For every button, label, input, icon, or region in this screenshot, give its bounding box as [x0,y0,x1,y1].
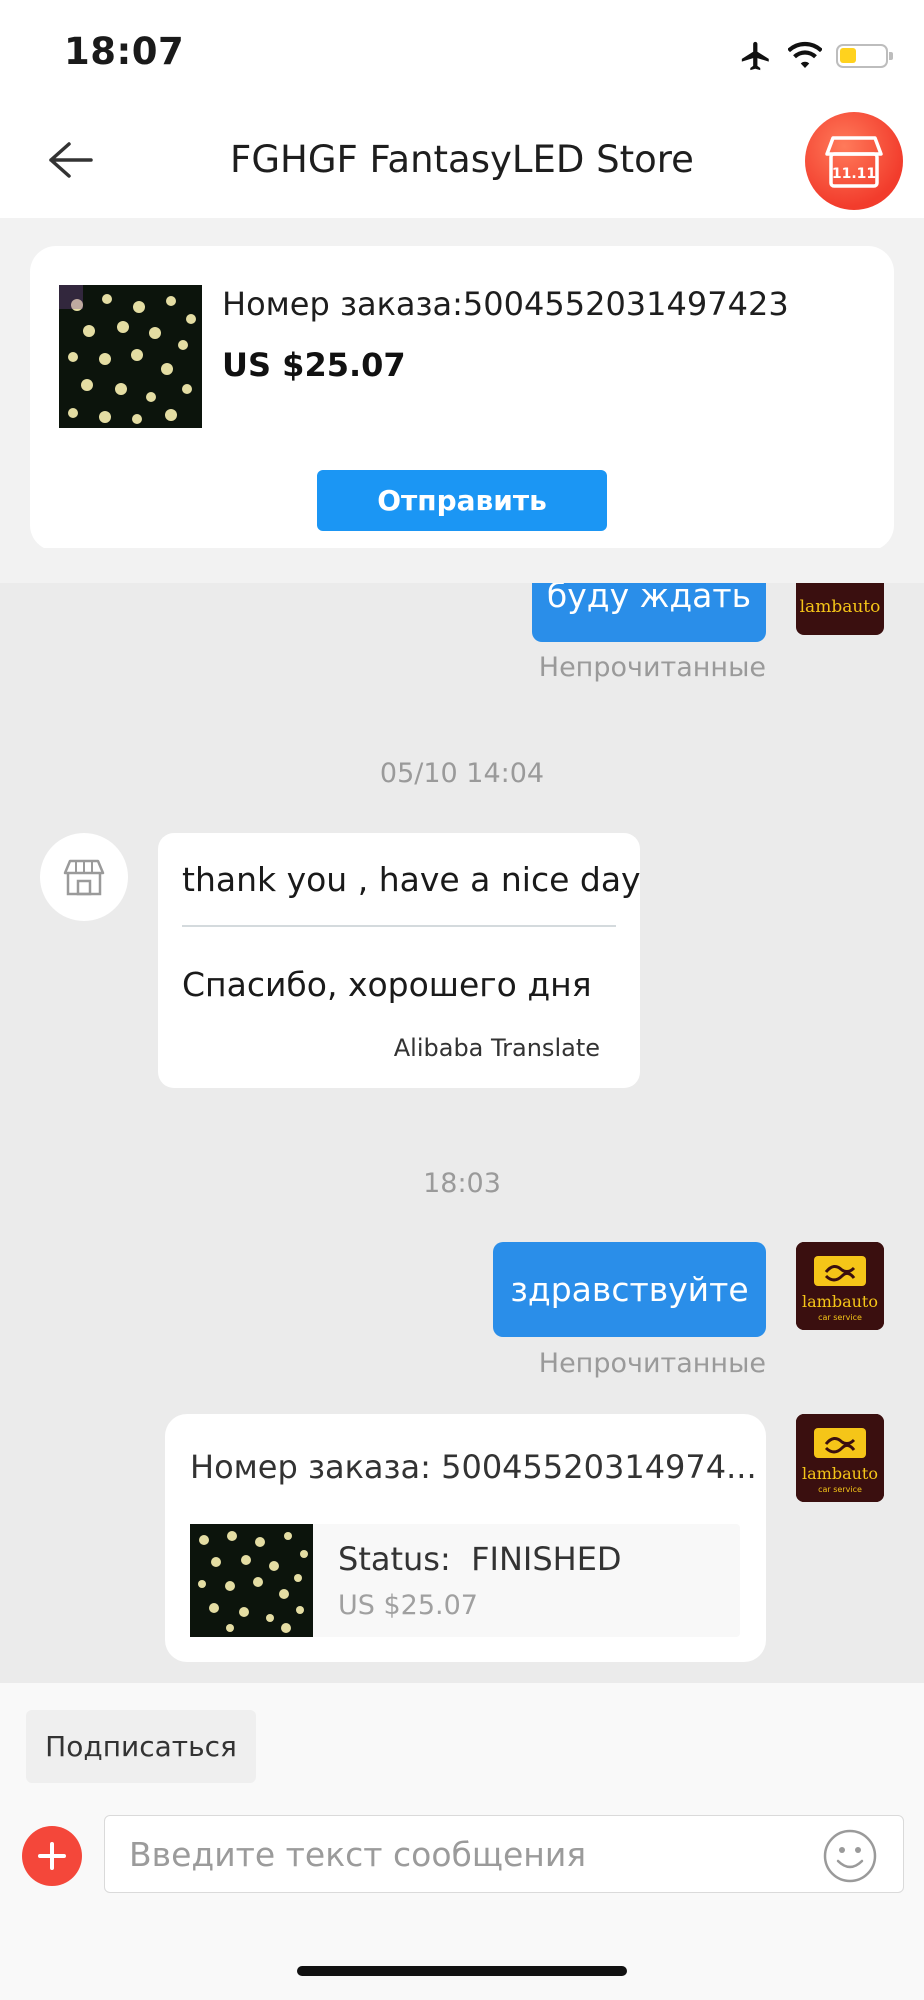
order-status-value: FINISHED [471,1540,622,1578]
order-panel-edge [0,548,924,583]
avatar-brand-text: lambauto [802,1464,878,1483]
avatar-brand-text: lambauto [802,1292,878,1311]
page-title: FGHGF FantasyLED Store [230,138,694,181]
product-thumbnail [190,1524,313,1637]
message-original-text: thank you , have a nice day [182,860,641,899]
store-button[interactable]: 11.11 [805,112,903,210]
store-badge-text: 11.11 [832,166,876,182]
order-status-label: Status: [338,1540,451,1578]
order-message-title: Номер заказа: 50045520314974... [190,1448,757,1486]
status-time: 18:07 [64,30,185,73]
message-text: здравствуйте [510,1270,749,1309]
store-icon: 11.11 [825,136,883,188]
store-avatar[interactable] [40,833,128,921]
timestamp: 18:03 [423,1168,501,1199]
status-icons [738,38,893,74]
back-arrow-icon [49,142,93,178]
user-avatar[interactable]: lambauto car service [796,1242,884,1330]
emoji-icon[interactable] [822,1828,878,1884]
message-translated-text: Спасибо, хорошего дня [182,965,592,1004]
battery-icon [836,44,893,68]
product-thumbnail[interactable] [59,285,202,428]
order-status: Status: FINISHED [338,1540,622,1578]
shop-icon [63,859,105,896]
home-indicator [297,1966,627,1976]
avatar-tagline-text: car service [818,1313,862,1322]
outgoing-message: здравствуйте [493,1242,766,1337]
timestamp: 05/10 14:04 [379,758,545,789]
order-message-price: US $25.07 [338,1590,478,1621]
airplane-icon [741,41,769,71]
plus-icon [38,1842,66,1870]
subscribe-button[interactable]: Подписаться [26,1710,256,1783]
unread-status: Непрочитанные [538,1348,766,1379]
lambauto-logo-icon: lambauto car service [796,1414,884,1502]
lambauto-logo-icon: lambauto car service [796,1242,884,1330]
user-avatar[interactable]: lambauto car service [796,1414,884,1502]
unread-status: Непрочитанные [538,652,766,683]
translation-divider [182,925,616,927]
message-input[interactable] [104,1815,904,1893]
send-order-button[interactable]: Отправить [317,470,607,531]
avatar-brand-text: lambauto [799,597,881,617]
attach-button[interactable] [22,1826,82,1886]
order-price: US $25.07 [222,346,406,384]
user-avatar[interactable]: lambauto [796,583,884,635]
wifi-icon [788,41,822,69]
order-number: Номер заказа:5004552031497423 [222,285,789,323]
translation-provider: Alibaba Translate [393,1034,600,1062]
avatar-tagline-text: car service [818,1485,862,1494]
back-button[interactable] [40,130,100,190]
